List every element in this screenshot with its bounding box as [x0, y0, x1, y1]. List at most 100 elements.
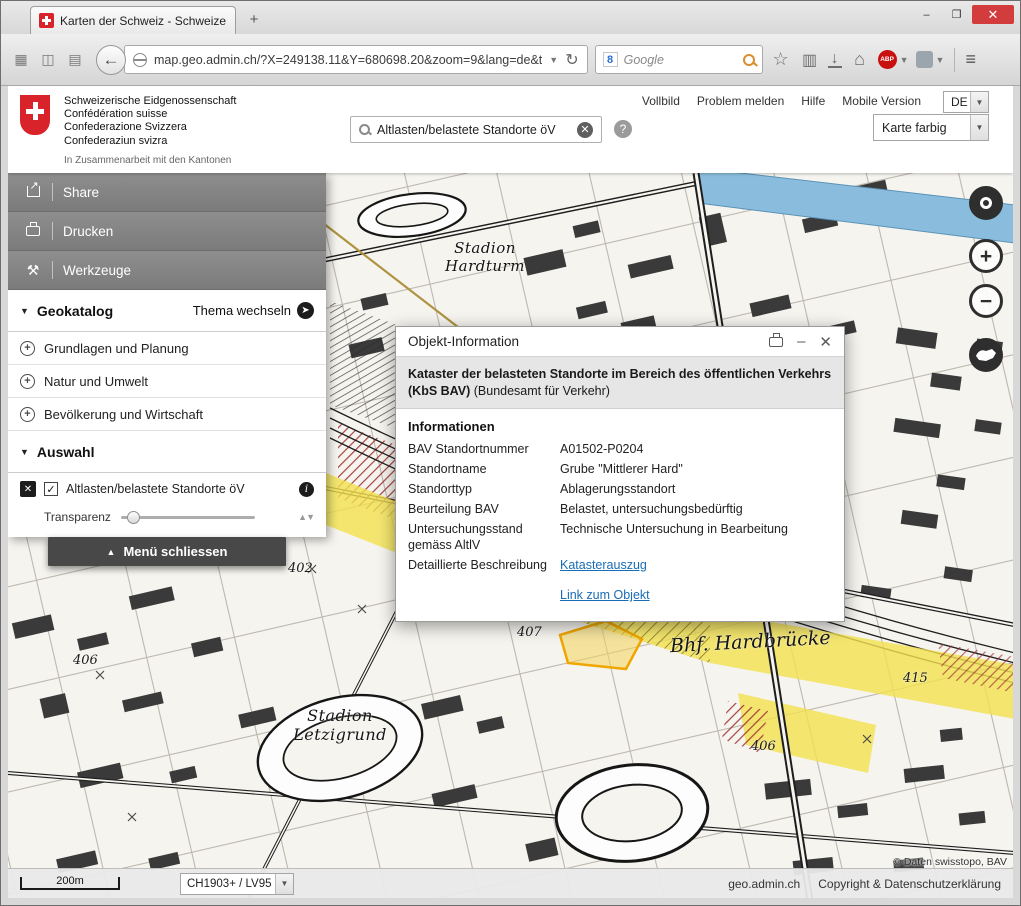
- slider-thumb[interactable]: [127, 511, 140, 524]
- clear-search-icon[interactable]: ✕: [577, 122, 593, 138]
- search-engine-icon[interactable]: 8: [603, 52, 618, 67]
- sidebar-item-print[interactable]: Drucken: [8, 212, 326, 251]
- popup-title: Objekt-Information: [408, 334, 519, 349]
- scale-bar: 200m: [20, 877, 120, 890]
- link-problem-melden[interactable]: Problem melden: [697, 94, 784, 108]
- search-go-icon[interactable]: [743, 54, 755, 66]
- info-value: A01502-P0204: [560, 441, 832, 457]
- popup-titlebar[interactable]: Objekt-Information – ✕: [396, 327, 844, 357]
- popup-body: Informationen BAV Standortnummer A01502-…: [396, 409, 844, 621]
- cooperation-note: In Zusammenarbeit mit den Kantonen: [64, 155, 231, 166]
- link-mobile-version[interactable]: Mobile Version: [842, 94, 921, 108]
- url-dropdown-icon[interactable]: ▼: [549, 55, 558, 65]
- web-search-box[interactable]: 8 Google: [595, 45, 763, 74]
- change-theme-link[interactable]: Thema wechseln ➤: [193, 302, 314, 319]
- info-label: Detaillierte Beschreibung: [408, 557, 560, 573]
- menu-hamburger-icon[interactable]: ≡: [965, 49, 976, 70]
- layer-visibility-checkbox[interactable]: ✓: [44, 482, 58, 496]
- info-label-empty: [408, 587, 560, 603]
- layer-info-icon[interactable]: i: [299, 482, 314, 497]
- zoom-in-button[interactable]: +: [969, 239, 1003, 273]
- site-identity-globe-icon[interactable]: [133, 53, 147, 67]
- geolocate-button[interactable]: [969, 186, 1003, 220]
- popup-window-icons: – ✕: [769, 333, 832, 351]
- sidebar-item-tools[interactable]: ⚒ Werkzeuge: [8, 251, 326, 290]
- minimize-icon[interactable]: –: [797, 338, 805, 346]
- arrow-right-icon: ➤: [297, 302, 314, 319]
- link-hilfe[interactable]: Hilfe: [801, 94, 825, 108]
- adblock-dropdown-icon[interactable]: ▼: [900, 55, 909, 65]
- search-value[interactable]: Altlasten/belastete Standorte öV: [377, 123, 570, 137]
- basemap-select[interactable]: Karte farbig ▼: [873, 114, 989, 141]
- toolbar-addon-icon-2[interactable]: ◫: [38, 50, 58, 70]
- expand-plus-icon[interactable]: +: [20, 341, 35, 356]
- toolbar-addon-icon-1[interactable]: ▦: [11, 50, 31, 70]
- transparency-slider[interactable]: [121, 516, 255, 519]
- bookmark-star-icon[interactable]: ☆: [770, 49, 792, 70]
- selection-section-header[interactable]: ▼ Auswahl: [8, 431, 326, 473]
- extension-dropdown-icon[interactable]: ▼: [936, 55, 945, 65]
- navigation-toolbar: ▦ ◫ ▤ ← map.geo.admin.ch/?X=249138.11&Y=…: [1, 34, 1020, 86]
- print-icon[interactable]: [769, 337, 783, 347]
- map-label-stadion-letzigrund: Stadion Letzigrund: [270, 706, 410, 744]
- adblock-icon[interactable]: ABP: [878, 50, 897, 69]
- default-extent-button[interactable]: [969, 338, 1003, 372]
- downloads-icon[interactable]: ↓: [828, 52, 842, 68]
- org-line: Confederaziun svizra: [64, 135, 236, 148]
- catalog-item-natur[interactable]: + Natur und Umwelt: [8, 365, 326, 398]
- popup-layer-title: Kataster der belasteten Standorte im Ber…: [408, 367, 831, 398]
- projection-value: CH1903+ / LV95: [181, 878, 275, 890]
- search-icon: [359, 124, 370, 135]
- info-row: Detaillierte Beschreibung Katasterauszug: [408, 557, 832, 573]
- change-theme-label: Thema wechseln: [193, 303, 291, 318]
- layer-reorder-icons[interactable]: ▲▼: [298, 512, 314, 522]
- zoom-out-button[interactable]: −: [969, 284, 1003, 318]
- reload-icon[interactable]: ↻: [565, 50, 578, 70]
- info-label: Standortname: [408, 461, 560, 477]
- sidebar-item-share[interactable]: Share: [8, 173, 326, 212]
- url-bar[interactable]: map.geo.admin.ch/?X=249138.11&Y=680698.2…: [124, 45, 588, 74]
- search-placeholder[interactable]: Google: [624, 53, 737, 67]
- share-label: Share: [63, 185, 99, 200]
- close-button[interactable]: ✕: [972, 5, 1014, 24]
- titlebar: Karten der Schweiz - Schweize... + – ❐ ✕: [1, 1, 1020, 34]
- language-value: DE: [944, 95, 968, 109]
- search-help-icon[interactable]: ?: [614, 120, 632, 138]
- transparency-row: Transparenz ▲▼: [8, 505, 326, 537]
- url-text[interactable]: map.geo.admin.ch/?X=249138.11&Y=680698.2…: [154, 53, 542, 67]
- chevron-down-icon: ▼: [970, 92, 988, 112]
- catalog-item-grundlagen[interactable]: + Grundlagen und Planung: [8, 332, 326, 365]
- browser-tab[interactable]: Karten der Schweiz - Schweize...: [30, 6, 236, 34]
- projection-select[interactable]: CH1903+ / LV95 ▼: [180, 873, 294, 895]
- close-menu-button[interactable]: ▲ Menü schliessen: [48, 537, 286, 566]
- expand-plus-icon[interactable]: +: [20, 374, 35, 389]
- object-link[interactable]: Link zum Objekt: [560, 587, 832, 603]
- toolbar-addon-icon-3[interactable]: ▤: [65, 50, 85, 70]
- info-row: Link zum Objekt: [408, 587, 832, 603]
- back-button[interactable]: ←: [96, 45, 126, 75]
- home-icon[interactable]: ⌂: [849, 49, 871, 70]
- info-label: BAV Standortnummer: [408, 441, 560, 457]
- copyright-link[interactable]: Copyright & Datenschutzerklärung: [818, 877, 1001, 891]
- link-vollbild[interactable]: Vollbild: [642, 94, 680, 108]
- remove-layer-icon[interactable]: ✕: [20, 481, 36, 497]
- new-tab-button[interactable]: +: [241, 11, 267, 30]
- org-line: Schweizerische Eidgenossenschaft: [64, 95, 236, 108]
- maximize-button[interactable]: ❐: [942, 5, 971, 24]
- cadastre-extract-link[interactable]: Katasterauszug: [560, 557, 832, 573]
- close-menu-label: Menü schliessen: [123, 544, 227, 559]
- language-select[interactable]: DE ▼: [943, 91, 989, 113]
- minimize-button[interactable]: –: [912, 5, 941, 24]
- page-header: Schweizerische Eidgenossenschaft Confédé…: [8, 86, 1013, 173]
- selection-label: Auswahl: [37, 444, 95, 460]
- close-icon[interactable]: ✕: [819, 333, 832, 351]
- extension-icon[interactable]: [916, 51, 933, 68]
- footer-links: geo.admin.ch Copyright & Datenschutzerkl…: [728, 877, 1001, 891]
- expand-plus-icon[interactable]: +: [20, 407, 35, 422]
- header-links: Vollbild Problem melden Hilfe Mobile Ver…: [642, 94, 921, 108]
- site-link[interactable]: geo.admin.ch: [728, 877, 800, 891]
- bookmarks-menu-icon[interactable]: ▥: [799, 50, 821, 70]
- geocatalog-section-header[interactable]: ▼ Geokatalog Thema wechseln ➤: [8, 290, 326, 332]
- map-search-input[interactable]: Altlasten/belastete Standorte öV ✕: [350, 116, 602, 143]
- catalog-item-bevoelkerung[interactable]: + Bevölkerung und Wirtschaft: [8, 398, 326, 431]
